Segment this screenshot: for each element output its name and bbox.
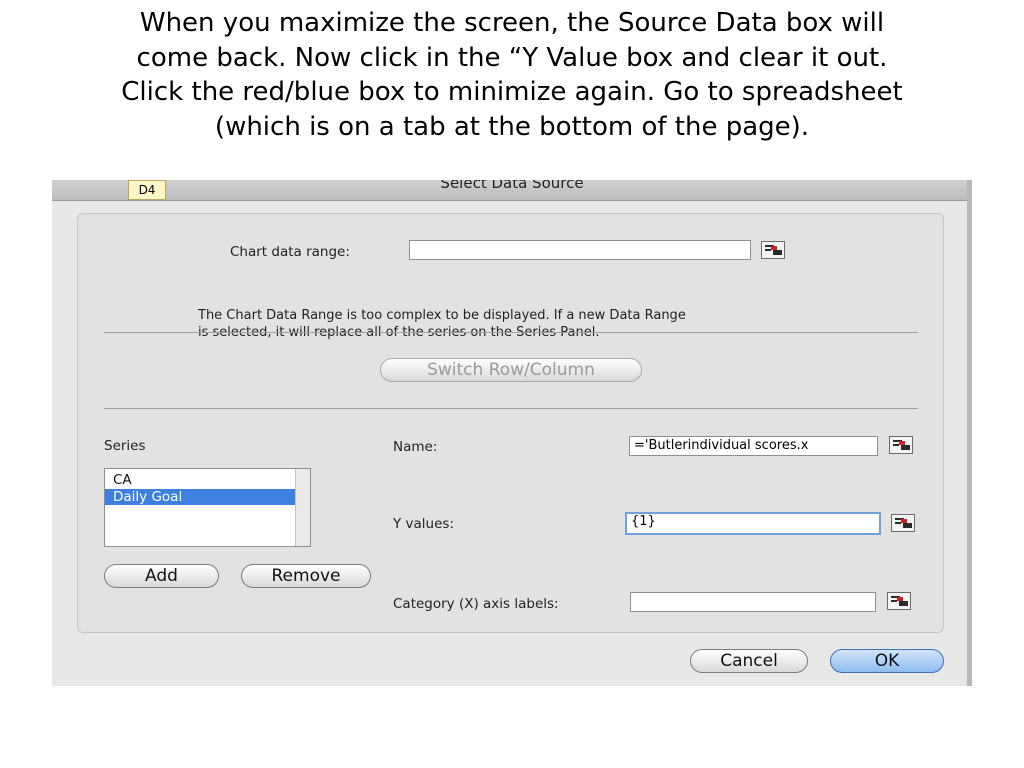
cancel-button[interactable]: Cancel (690, 649, 808, 673)
range-picker-icon[interactable] (887, 592, 911, 610)
remove-series-button[interactable]: Remove (241, 564, 371, 588)
chart-data-range-label: Chart data range: (230, 244, 350, 260)
series-item-daily-goal[interactable]: Daily Goal (105, 489, 295, 505)
caption-line: (which is on a tab at the bottom of the … (214, 111, 810, 142)
series-name-input[interactable]: ='Butlerindividual scores.x (629, 436, 878, 456)
series-list[interactable]: CA Daily Goal (104, 468, 311, 547)
range-picker-icon[interactable] (891, 514, 915, 532)
dialog-titlebar[interactable]: Select Data Source (52, 180, 972, 201)
data-range-note: The Chart Data Range is too complex to b… (198, 307, 686, 341)
chart-data-range-input[interactable] (409, 240, 751, 260)
window-edge (967, 180, 972, 686)
separator (104, 332, 918, 333)
series-list-scrollbar[interactable] (295, 469, 310, 546)
separator (104, 408, 918, 409)
category-axis-labels-input[interactable] (630, 592, 876, 612)
caption-line: Click the red/blue box to minimize again… (121, 77, 903, 107)
add-series-button[interactable]: Add (104, 564, 219, 588)
y-values-label: Y values: (393, 516, 454, 532)
cell-reference-tooltip: D4 (128, 180, 166, 200)
range-picker-icon[interactable] (761, 241, 785, 259)
y-values-input[interactable]: {1} (625, 512, 881, 535)
caption-line: When you maximize the screen, the Source… (139, 8, 885, 38)
series-item-ca[interactable]: CA (105, 472, 295, 488)
name-label: Name: (393, 439, 438, 455)
note-line: The Chart Data Range is too complex to b… (198, 308, 686, 323)
category-axis-labels-label: Category (X) axis labels: (393, 596, 559, 612)
dialog-title: Select Data Source (440, 180, 584, 192)
series-label: Series (104, 438, 146, 454)
instruction-caption: When you maximize the screen, the Source… (0, 6, 1024, 144)
range-picker-icon[interactable] (889, 436, 913, 454)
select-data-source-dialog: Select Data Source D4 Chart data range: … (52, 180, 972, 686)
ok-button[interactable]: OK (830, 649, 944, 673)
dialog-panel: Chart data range: The Chart Data Range i… (77, 213, 944, 633)
switch-row-column-button[interactable]: Switch Row/Column (380, 358, 642, 382)
caption-line: come back. Now click in the “Y Value box… (136, 42, 888, 73)
